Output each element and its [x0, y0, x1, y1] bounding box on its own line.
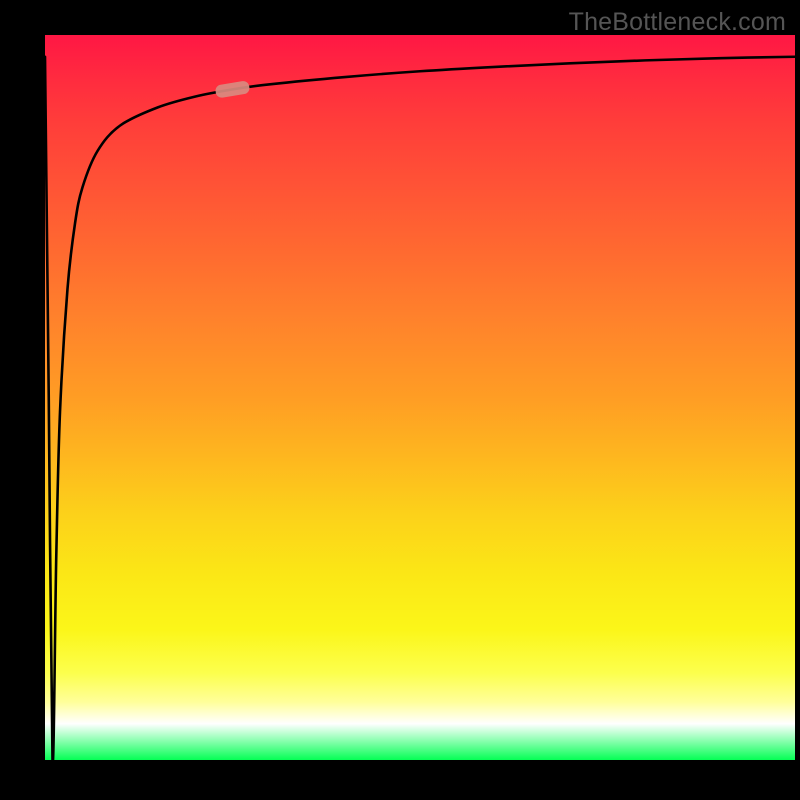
chart-frame: TheBottleneck.com	[0, 0, 800, 800]
gradient-plot-area	[45, 35, 795, 760]
watermark-text: TheBottleneck.com	[569, 8, 786, 37]
